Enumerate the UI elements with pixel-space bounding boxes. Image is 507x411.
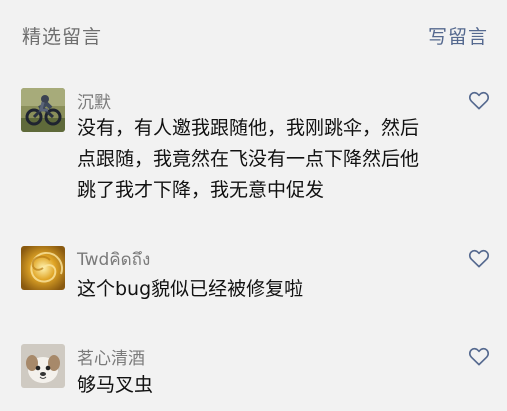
- comment-username: Twdคิดถึง: [77, 250, 151, 270]
- comments-header: 精选留言 写留言: [0, 0, 507, 70]
- avatar[interactable]: [21, 344, 65, 388]
- comment-text-line: 点跟随，我竟然在飞没有一点下降然后他: [77, 148, 420, 170]
- comment-username: 茗心清酒: [77, 349, 145, 369]
- avatar[interactable]: [21, 88, 65, 132]
- comment-text-line: 这个bug貌似已经被修复啦: [77, 278, 304, 300]
- comment-text: 这个bug貌似已经被修复啦: [77, 274, 497, 305]
- write-comment-link[interactable]: 写留言: [428, 22, 488, 49]
- comment-text: 没有，有人邀我跟随他，我刚跳伞，然后 点跟随，我竟然在飞没有一点下降然后他 跳了…: [77, 113, 497, 206]
- comment-username: 沉默: [77, 93, 111, 113]
- comment-text-line: 没有，有人邀我跟随他，我刚跳伞，然后: [77, 117, 420, 139]
- puppy-avatar-icon: [21, 344, 65, 388]
- motorcycle-avatar-icon: [21, 88, 65, 132]
- golden-swirl-avatar-icon: [21, 246, 65, 290]
- comment-text-line: 够马叉虫: [77, 374, 154, 396]
- comment-text-line: 跳了我才下降，我无意中促发: [77, 179, 325, 201]
- heart-outline-icon[interactable]: [468, 346, 490, 366]
- comment-text: 够马叉虫: [77, 370, 497, 401]
- comment-item: 茗心清酒 够马叉虫: [0, 344, 507, 408]
- heart-outline-icon[interactable]: [468, 248, 490, 268]
- featured-comments-title: 精选留言: [22, 26, 103, 48]
- comment-item: 沉默 没有，有人邀我跟随他，我刚跳伞，然后 点跟随，我竟然在飞没有一点下降然后他…: [0, 88, 507, 218]
- comments-screen: 精选留言 写留言 沉默 没有，有人邀我跟随他，我刚跳伞，然后 点跟随，我竟然在飞…: [0, 0, 507, 411]
- avatar[interactable]: [21, 246, 65, 290]
- comment-item: Twdคิดถึง 这个bug貌似已经被修复啦: [0, 246, 507, 316]
- heart-outline-icon[interactable]: [468, 90, 490, 110]
